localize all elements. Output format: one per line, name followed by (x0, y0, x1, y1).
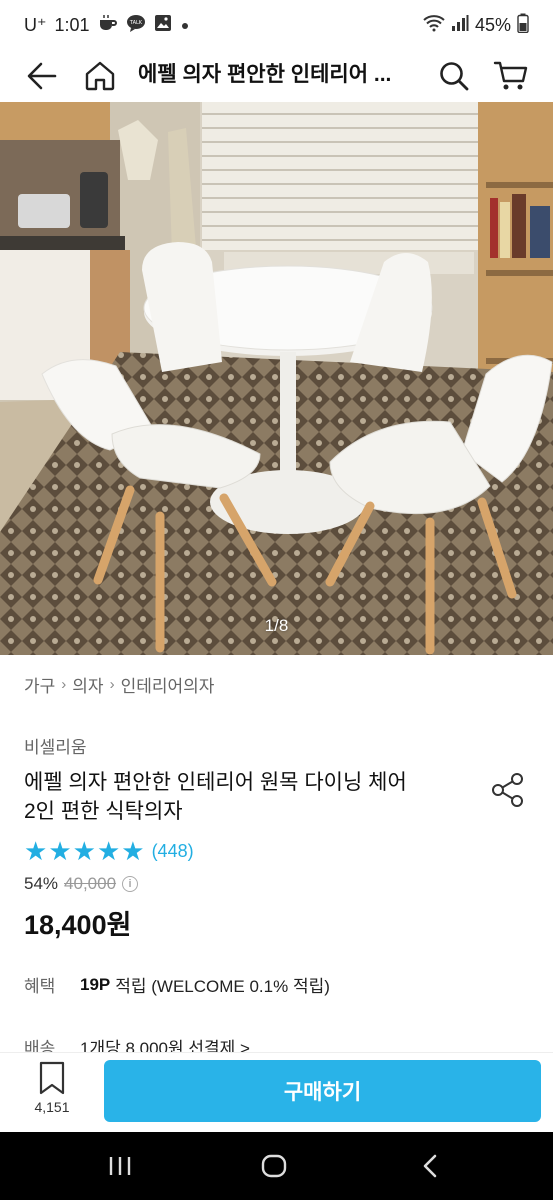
coffee-icon (98, 14, 118, 37)
recent-apps-button[interactable] (100, 1146, 140, 1186)
product-title-line1: 에펠 의자 편안한 인테리어 원목 다이닝 체어 (24, 771, 407, 794)
battery-icon (517, 13, 529, 38)
benefit-row: 혜택 19P 적립 (WELCOME 0.1% 적립) (24, 972, 330, 997)
app-header: 에펠 의자 편안한 인테리어 ... (0, 50, 553, 102)
status-time: 1:01 (54, 14, 90, 35)
product-title-line2: 2인 편한 식탁의자 (24, 800, 183, 823)
back-nav-button[interactable] (410, 1146, 450, 1186)
original-price: 40,000 (64, 874, 117, 893)
bookmark-button[interactable]: 4,151 (26, 1061, 78, 1115)
product-title: 에펠 의자 편안한 인테리어 원목 다이닝 체어 2인 편한 식탁의자 (24, 768, 464, 826)
sale-price: 18,400원 (24, 910, 132, 940)
carrier-label: U⁺ (24, 14, 47, 35)
benefit-label: 혜택 (24, 977, 56, 996)
battery-percent: 45% (474, 14, 511, 35)
page-title: 에펠 의자 편안한 인테리어 ... (138, 63, 392, 86)
chevron-right-icon: › (109, 676, 115, 693)
info-icon[interactable]: i (122, 876, 139, 892)
benefit-points: 19P (80, 974, 111, 994)
star-icon: ★ (24, 836, 48, 866)
star-icon: ★ (48, 836, 72, 866)
dot-icon (180, 15, 190, 36)
product-photo (0, 102, 553, 655)
back-button[interactable] (22, 56, 62, 96)
star-icon: ★ (72, 836, 96, 866)
cart-button[interactable] (491, 56, 531, 96)
star-icon: ★ (96, 836, 121, 866)
image-counter: 1/8 (264, 616, 289, 635)
back-arrow-icon (27, 62, 57, 90)
seller-name[interactable]: 비셀리움 (24, 733, 87, 758)
discount-rate: 54% (24, 874, 59, 893)
buy-button[interactable]: 구매하기 (104, 1060, 541, 1122)
svg-text:TALK: TALK (128, 20, 142, 26)
share-icon (492, 773, 523, 807)
back-nav-icon (423, 1154, 437, 1178)
cart-icon (493, 61, 528, 90)
home-icon (85, 61, 115, 91)
breadcrumb-item-furniture[interactable]: 가구 (24, 672, 55, 697)
signal-icon (451, 14, 469, 37)
home-button[interactable] (80, 56, 120, 96)
breadcrumb-item-chair[interactable]: 의자 (72, 672, 103, 697)
home-nav-icon (261, 1154, 287, 1178)
wifi-icon (423, 14, 445, 37)
breadcrumb-item-interior-chair[interactable]: 인테리어의자 (121, 672, 215, 697)
search-icon (440, 62, 469, 91)
product-image[interactable]: 1/8 (0, 102, 553, 655)
recent-apps-icon (109, 1157, 131, 1175)
benefit-text: 적립 (WELCOME 0.1% 적립) (115, 977, 330, 996)
talk-icon: TALK (126, 14, 146, 37)
breadcrumb: 가구 › 의자 › 인테리어의자 (24, 672, 214, 697)
star-icon: ★ (121, 836, 145, 866)
system-nav-bar (0, 1132, 553, 1200)
action-bar: 4,151 구매하기 (0, 1052, 553, 1132)
search-button[interactable] (434, 56, 474, 96)
home-nav-button[interactable] (254, 1146, 294, 1186)
share-button[interactable] (488, 770, 528, 810)
gallery-icon (154, 14, 172, 37)
bookmark-count: 4,151 (34, 1099, 70, 1115)
status-bar: U⁺ 1:01 TALK 45% (0, 0, 553, 50)
bookmark-icon (39, 1061, 65, 1095)
chevron-right-icon: › (61, 676, 67, 693)
review-count: (448) (151, 840, 194, 861)
discount-row: 54% 40,000 i (24, 874, 139, 894)
rating[interactable]: ★ ★ ★ ★ ★ (448) (24, 838, 194, 864)
